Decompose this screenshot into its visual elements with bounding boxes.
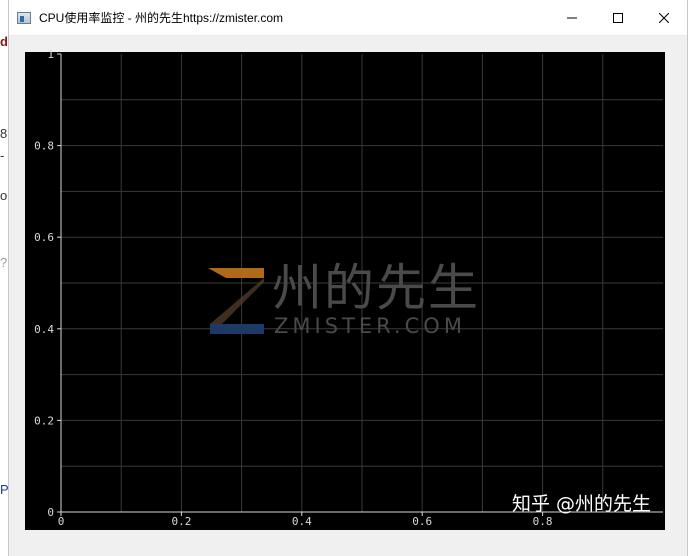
window-title: CPU使用率监控 - 州的先生https://zmister.com [39, 11, 284, 25]
caption-buttons [549, 0, 687, 36]
y-tick-label: 1 [47, 48, 54, 61]
x-tick-label: 0.8 [533, 515, 553, 528]
minimize-icon [567, 17, 577, 19]
screen: d 8 - o ? P CPU使用率监控 - 州的先生https://zmist… [0, 0, 688, 556]
chart-plot: 0 0.2 0.4 0.6 0.8 1 0 0.2 0.4 0.6 0.8 [34, 48, 663, 528]
minimize-button[interactable] [549, 0, 595, 36]
background-fragment: ? [0, 255, 8, 270]
y-tick-label: 0.6 [34, 231, 54, 244]
maximize-icon [613, 13, 623, 23]
zhihu-watermark: 知乎 @州的先生 [511, 493, 651, 515]
maximize-button[interactable] [595, 0, 641, 36]
y-tick-label: 0 [47, 506, 54, 519]
background-fragment: d [0, 34, 8, 49]
close-button[interactable] [641, 0, 687, 36]
app-window: CPU使用率监控 - 州的先生https://zmister.com 0 0.2… [8, 0, 688, 556]
y-tick-label: 0.2 [34, 414, 54, 427]
x-tick-label: 0.4 [292, 515, 312, 528]
x-tick-label: 0 [58, 515, 65, 528]
x-tick-label: 0.2 [171, 515, 191, 528]
background-fragment: o [0, 188, 8, 203]
cpu-usage-chart[interactable]: 0 0.2 0.4 0.6 0.8 1 0 0.2 0.4 0.6 0.8 州的先生 ZMISTER… [25, 48, 665, 530]
close-icon [659, 13, 669, 23]
background-fragment: - [0, 148, 5, 163]
x-tick-label: 0.6 [412, 515, 432, 528]
app-window-icon [17, 11, 31, 24]
y-tick-label: 0.8 [34, 140, 54, 153]
y-tick-label: 0.4 [34, 323, 54, 336]
background-fragment: 8 [0, 126, 8, 141]
title-bar[interactable]: CPU使用率监控 - 州的先生https://zmister.com [9, 0, 687, 36]
client-area: 0 0.2 0.4 0.6 0.8 1 0 0.2 0.4 0.6 0.8 州的先生 ZMISTER… [9, 36, 687, 556]
